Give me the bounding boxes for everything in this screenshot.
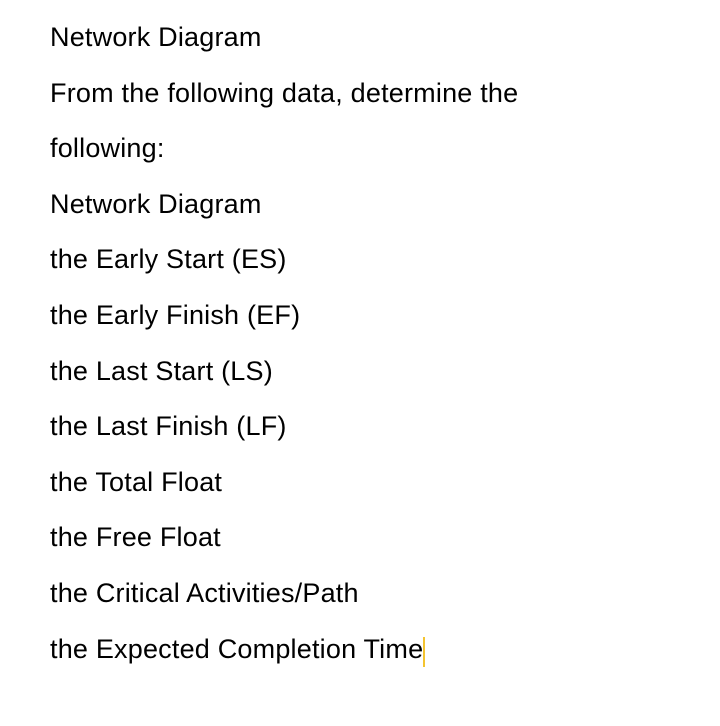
text-cursor-icon bbox=[423, 637, 425, 667]
text-line-title: Network Diagram bbox=[50, 20, 720, 55]
text-line-item-6: the Total Float bbox=[50, 465, 720, 500]
text-line-item-8: the Critical Activities/Path bbox=[50, 576, 720, 611]
text-line-item-3: the Early Finish (EF) bbox=[50, 298, 720, 333]
text-line-item-4: the Last Start (LS) bbox=[50, 354, 720, 389]
text-line-item-1: Network Diagram bbox=[50, 187, 720, 222]
text-line-intro-2: following: bbox=[50, 131, 720, 166]
text-line-item-2: the Early Start (ES) bbox=[50, 242, 720, 277]
text-line-intro-1: From the following data, determine the bbox=[50, 76, 720, 111]
text-line-item-9: the Expected Completion Time bbox=[50, 634, 423, 664]
text-line-item-5: the Last Finish (LF) bbox=[50, 409, 720, 444]
text-line-item-7: the Free Float bbox=[50, 520, 720, 555]
text-line-item-9-with-cursor[interactable]: the Expected Completion Time bbox=[50, 632, 425, 667]
